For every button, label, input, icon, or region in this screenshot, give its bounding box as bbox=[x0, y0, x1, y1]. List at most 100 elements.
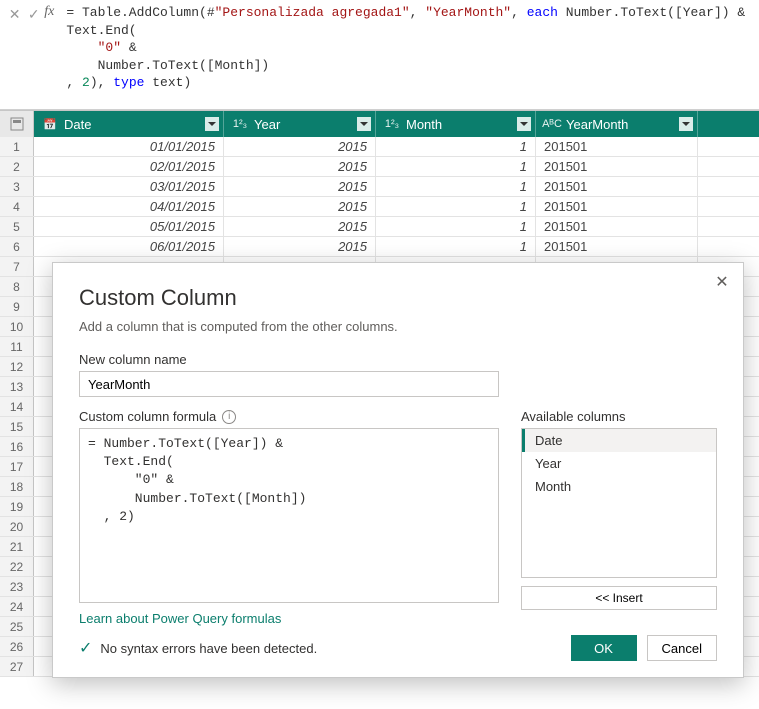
grid-header-row: 📅 Date 1²₃ Year 1²₃ Month AᴮC YearMonth bbox=[0, 111, 759, 137]
chevron-down-icon[interactable] bbox=[357, 117, 371, 131]
close-icon[interactable]: ✕ bbox=[711, 271, 733, 293]
row-number[interactable]: 19 bbox=[0, 497, 34, 516]
available-columns-label: Available columns bbox=[521, 409, 717, 424]
cell-date[interactable]: 02/01/2015 bbox=[34, 157, 224, 176]
column-label: Date bbox=[64, 117, 91, 132]
cell-month[interactable]: 1 bbox=[376, 217, 536, 236]
column-header-yearmonth[interactable]: AᴮC YearMonth bbox=[536, 111, 698, 137]
row-number[interactable]: 27 bbox=[0, 657, 34, 676]
cell-yearmonth[interactable]: 201501 bbox=[536, 237, 698, 256]
row-number[interactable]: 25 bbox=[0, 617, 34, 636]
table-row[interactable]: 404/01/201520151201501 bbox=[0, 197, 759, 217]
row-number[interactable]: 4 bbox=[0, 197, 34, 216]
formula-text[interactable]: = Table.AddColumn(#"Personalizada agrega… bbox=[66, 4, 753, 92]
cell-month[interactable]: 1 bbox=[376, 157, 536, 176]
column-label: YearMonth bbox=[566, 117, 628, 132]
column-header-month[interactable]: 1²₃ Month bbox=[376, 111, 536, 137]
syntax-status: ✓ No syntax errors have been detected. bbox=[79, 638, 317, 658]
row-number[interactable]: 8 bbox=[0, 277, 34, 296]
info-icon[interactable]: i bbox=[222, 410, 236, 424]
row-number[interactable]: 21 bbox=[0, 537, 34, 556]
insert-button[interactable]: << Insert bbox=[521, 586, 717, 610]
cell-year[interactable]: 2015 bbox=[224, 197, 376, 216]
table-row[interactable]: 606/01/201520151201501 bbox=[0, 237, 759, 257]
new-column-name-input[interactable] bbox=[79, 371, 499, 397]
row-number[interactable]: 15 bbox=[0, 417, 34, 436]
row-number[interactable]: 1 bbox=[0, 137, 34, 156]
cell-month[interactable]: 1 bbox=[376, 237, 536, 256]
custom-formula-label: Custom column formula i bbox=[79, 409, 499, 424]
row-number[interactable]: 6 bbox=[0, 237, 34, 256]
row-number[interactable]: 24 bbox=[0, 597, 34, 616]
new-column-name-label: New column name bbox=[79, 352, 717, 367]
row-number[interactable]: 20 bbox=[0, 517, 34, 536]
custom-formula-textarea[interactable]: = Number.ToText([Year]) & Text.End( "0" … bbox=[79, 428, 499, 603]
text-type-icon: AᴮC bbox=[542, 115, 562, 133]
cell-yearmonth[interactable]: 201501 bbox=[536, 177, 698, 196]
cancel-button[interactable]: Cancel bbox=[647, 635, 717, 661]
ok-button[interactable]: OK bbox=[571, 635, 637, 661]
calendar-icon: 📅 bbox=[40, 115, 60, 133]
number-type-icon: 1²₃ bbox=[382, 115, 402, 133]
cell-year[interactable]: 2015 bbox=[224, 157, 376, 176]
row-number[interactable]: 7 bbox=[0, 257, 34, 276]
cell-yearmonth[interactable]: 201501 bbox=[536, 197, 698, 216]
row-number[interactable]: 26 bbox=[0, 637, 34, 656]
available-columns-list[interactable]: DateYearMonth bbox=[521, 428, 717, 578]
cell-date[interactable]: 06/01/2015 bbox=[34, 237, 224, 256]
cell-month[interactable]: 1 bbox=[376, 177, 536, 196]
row-number[interactable]: 12 bbox=[0, 357, 34, 376]
cell-year[interactable]: 2015 bbox=[224, 137, 376, 156]
row-number[interactable]: 16 bbox=[0, 437, 34, 456]
custom-column-dialog: ✕ Custom Column Add a column that is com… bbox=[52, 262, 744, 678]
column-label: Month bbox=[406, 117, 442, 132]
row-number[interactable]: 23 bbox=[0, 577, 34, 596]
formula-accept-icon[interactable]: ✓ bbox=[25, 4, 42, 24]
cell-date[interactable]: 05/01/2015 bbox=[34, 217, 224, 236]
available-column-item[interactable]: Date bbox=[522, 429, 716, 452]
cell-yearmonth[interactable]: 201501 bbox=[536, 217, 698, 236]
row-number[interactable]: 9 bbox=[0, 297, 34, 316]
dialog-title: Custom Column bbox=[79, 285, 717, 311]
row-number[interactable]: 3 bbox=[0, 177, 34, 196]
cell-date[interactable]: 04/01/2015 bbox=[34, 197, 224, 216]
available-column-item[interactable]: Year bbox=[522, 452, 716, 475]
row-number[interactable]: 11 bbox=[0, 337, 34, 356]
cell-yearmonth[interactable]: 201501 bbox=[536, 137, 698, 156]
table-row[interactable]: 101/01/201520151201501 bbox=[0, 137, 759, 157]
chevron-down-icon[interactable] bbox=[679, 117, 693, 131]
row-number[interactable]: 18 bbox=[0, 477, 34, 496]
table-row[interactable]: 505/01/201520151201501 bbox=[0, 217, 759, 237]
cell-date[interactable]: 01/01/2015 bbox=[34, 137, 224, 156]
table-row[interactable]: 202/01/201520151201501 bbox=[0, 157, 759, 177]
formula-cancel-icon[interactable]: ✕ bbox=[6, 4, 23, 24]
number-type-icon: 1²₃ bbox=[230, 115, 250, 133]
row-number[interactable]: 10 bbox=[0, 317, 34, 336]
available-column-item[interactable]: Month bbox=[522, 475, 716, 498]
learn-link[interactable]: Learn about Power Query formulas bbox=[79, 611, 281, 626]
row-number[interactable]: 22 bbox=[0, 557, 34, 576]
formula-bar: ✕ ✓ fx = Table.AddColumn(#"Personalizada… bbox=[0, 0, 759, 110]
chevron-down-icon[interactable] bbox=[205, 117, 219, 131]
cell-month[interactable]: 1 bbox=[376, 197, 536, 216]
row-number[interactable]: 5 bbox=[0, 217, 34, 236]
check-icon: ✓ bbox=[79, 638, 92, 658]
dialog-subtitle: Add a column that is computed from the o… bbox=[79, 319, 717, 334]
cell-year[interactable]: 2015 bbox=[224, 237, 376, 256]
cell-date[interactable]: 03/01/2015 bbox=[34, 177, 224, 196]
column-header-date[interactable]: 📅 Date bbox=[34, 111, 224, 137]
cell-year[interactable]: 2015 bbox=[224, 217, 376, 236]
row-number[interactable]: 13 bbox=[0, 377, 34, 396]
column-label: Year bbox=[254, 117, 280, 132]
chevron-down-icon[interactable] bbox=[517, 117, 531, 131]
row-number[interactable]: 2 bbox=[0, 157, 34, 176]
row-number[interactable]: 17 bbox=[0, 457, 34, 476]
fx-icon: fx bbox=[44, 4, 54, 20]
cell-yearmonth[interactable]: 201501 bbox=[536, 157, 698, 176]
table-row[interactable]: 303/01/201520151201501 bbox=[0, 177, 759, 197]
column-header-year[interactable]: 1²₃ Year bbox=[224, 111, 376, 137]
row-number[interactable]: 14 bbox=[0, 397, 34, 416]
select-all-corner[interactable] bbox=[0, 111, 34, 137]
cell-month[interactable]: 1 bbox=[376, 137, 536, 156]
cell-year[interactable]: 2015 bbox=[224, 177, 376, 196]
